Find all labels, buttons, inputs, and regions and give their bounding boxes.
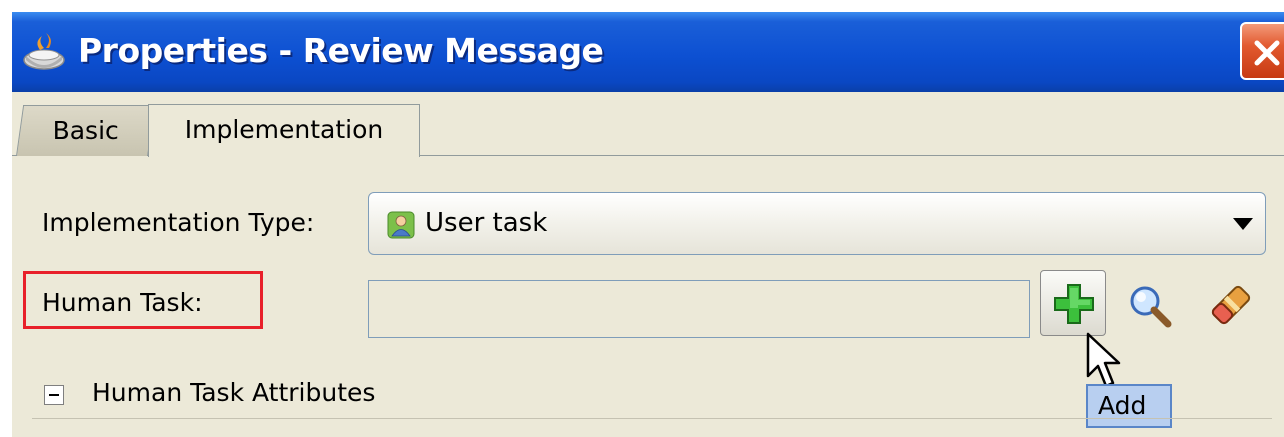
tab-basic[interactable]: Basic bbox=[16, 105, 156, 156]
tooltip-text: Add bbox=[1098, 391, 1147, 420]
human-task-label: Human Task: bbox=[42, 288, 203, 317]
section-divider bbox=[32, 418, 1272, 419]
mouse-pointer-icon bbox=[1086, 332, 1121, 388]
coffee-cup-icon bbox=[23, 33, 65, 70]
window-title: Properties - Review Message bbox=[78, 31, 604, 70]
green-plus-icon bbox=[1054, 284, 1094, 324]
chevron-down-icon[interactable] bbox=[1233, 218, 1253, 230]
human-task-attributes-header[interactable]: Human Task Attributes bbox=[92, 378, 375, 407]
tooltip: Add bbox=[1086, 384, 1172, 428]
properties-dialog: Properties - Review Message Basic Implem… bbox=[12, 12, 1284, 437]
implementation-type-value: User task bbox=[425, 208, 548, 238]
implementation-type-select[interactable]: User task bbox=[368, 192, 1266, 255]
eraser-icon[interactable] bbox=[1206, 280, 1256, 330]
user-task-icon bbox=[387, 211, 415, 239]
tab-basic-label: Basic bbox=[52, 116, 119, 145]
tab-implementation[interactable]: Implementation bbox=[148, 104, 420, 157]
collapse-icon[interactable] bbox=[44, 385, 64, 405]
magnifier-icon[interactable] bbox=[1126, 282, 1174, 330]
title-bar[interactable]: Properties - Review Message bbox=[12, 12, 1284, 92]
human-task-field[interactable] bbox=[368, 280, 1030, 338]
tab-implementation-label: Implementation bbox=[184, 115, 384, 144]
add-button[interactable] bbox=[1040, 270, 1106, 336]
implementation-type-label: Implementation Type: bbox=[42, 208, 315, 237]
close-button[interactable] bbox=[1240, 22, 1284, 80]
close-icon bbox=[1254, 40, 1280, 66]
